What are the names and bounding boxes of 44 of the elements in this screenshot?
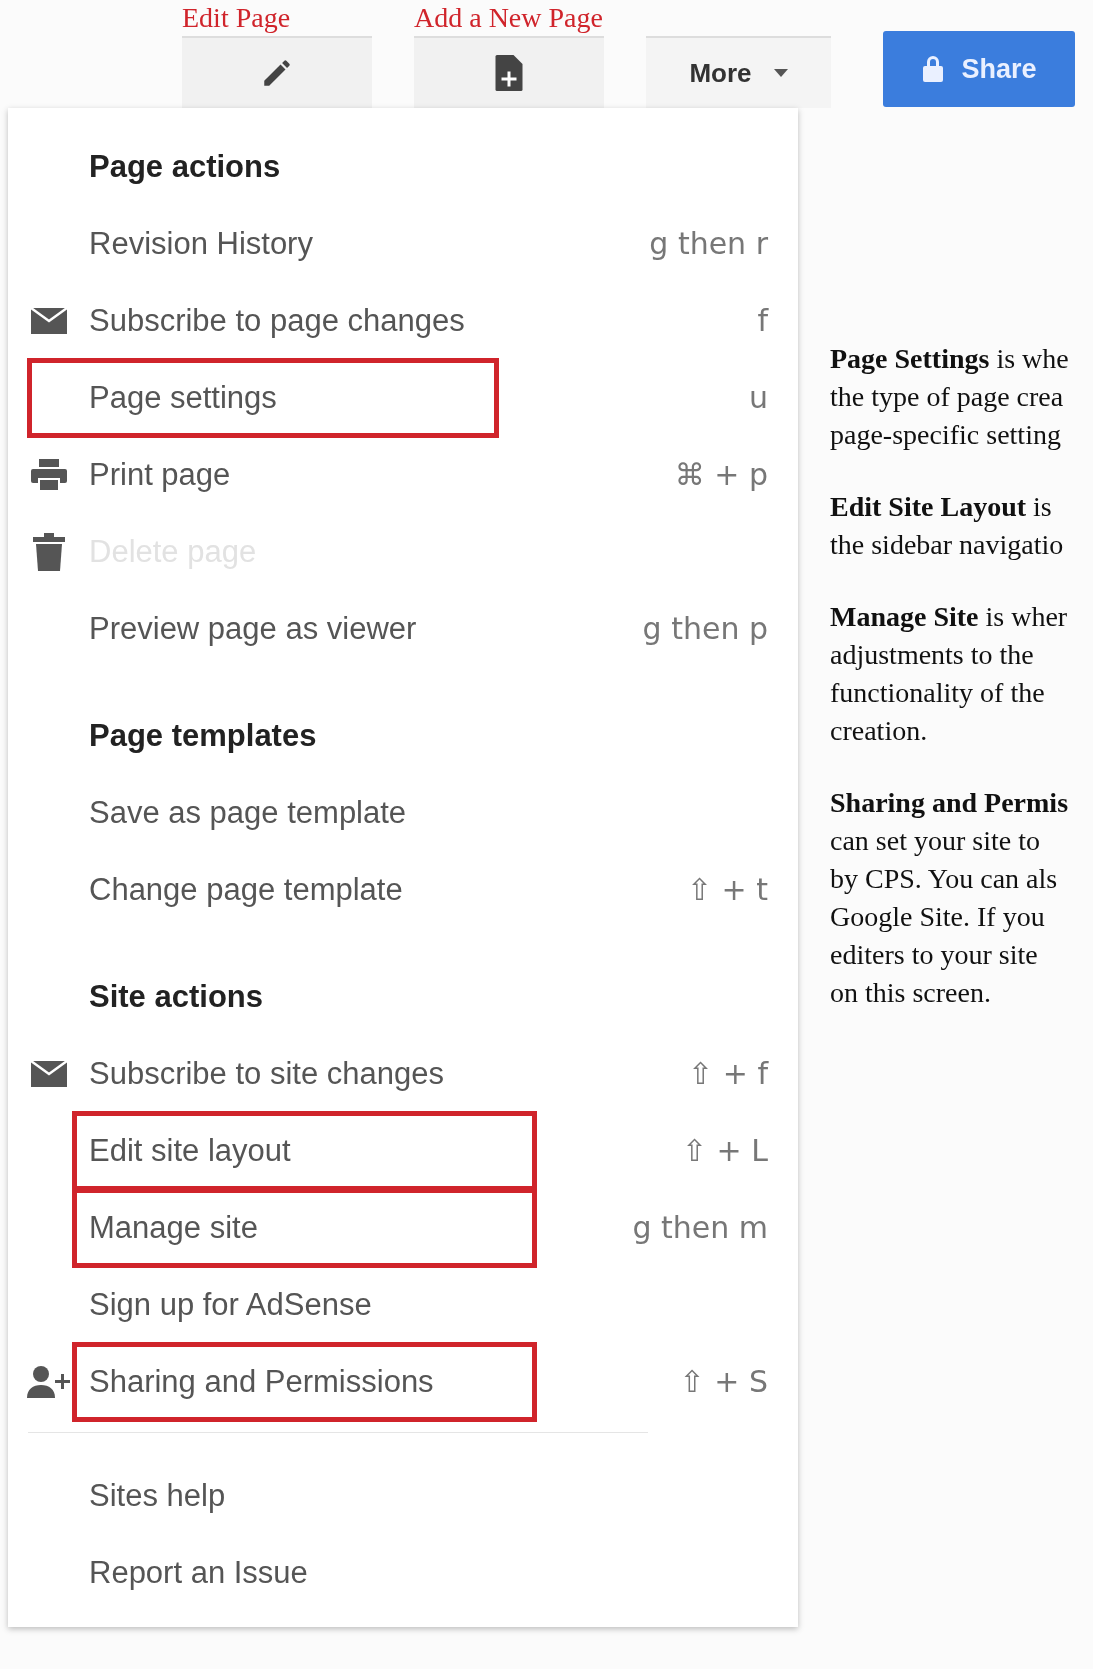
menu-item[interactable]: Sites help <box>89 1477 226 1514</box>
envelope-icon <box>30 1060 67 1087</box>
description-paragraph: Edit Site Layout is the sidebar navigatio <box>830 490 1065 562</box>
menu-item[interactable]: Subscribe to site changes <box>89 1055 444 1092</box>
description-paragraph: Page Settings is whe the type of page crea page-specific setting <box>830 342 1070 452</box>
keyboard-shortcut: f <box>757 303 768 338</box>
printer-icon <box>30 458 67 491</box>
menu-item[interactable]: Revision History <box>89 225 313 262</box>
menu-item[interactable]: Sign up for AdSense <box>89 1286 372 1323</box>
keyboard-shortcut: g then p <box>642 611 768 646</box>
keyboard-shortcut: g then r <box>649 226 768 261</box>
new-page-button[interactable] <box>414 36 604 108</box>
menu-item[interactable]: Change page template <box>89 871 403 908</box>
menu-item[interactable]: Print page <box>89 456 231 493</box>
annotation-label: Edit Page <box>182 1 291 35</box>
keyboard-shortcut: ⇧ + f <box>688 1056 768 1091</box>
menu-item[interactable]: Edit site layout <box>89 1132 291 1169</box>
menu-item[interactable]: Report an Issue <box>89 1554 308 1591</box>
keyboard-shortcut: u <box>749 380 768 415</box>
menu-section-heading: Page templates <box>88 717 318 755</box>
add-person-icon <box>26 1365 71 1398</box>
new-page-icon <box>494 55 524 91</box>
menu-section-heading: Site actions <box>88 978 264 1016</box>
menu-item[interactable]: Preview page as viewer <box>89 610 417 647</box>
menu-item[interactable]: Page settings <box>89 379 277 416</box>
description-paragraph: Manage Site is wher adjustments to the functionality of the creation. <box>830 600 1069 748</box>
keyboard-shortcut: ⇧ + t <box>686 872 768 907</box>
menu-item[interactable]: Save as page template <box>89 794 407 831</box>
keyboard-shortcut: ⇧ + L <box>681 1133 768 1168</box>
lock-icon <box>921 55 946 83</box>
menu-item[interactable]: Subscribe to page changes <box>89 302 465 339</box>
keyboard-shortcut: ⇧ + S <box>679 1364 768 1399</box>
trash-icon <box>32 532 65 571</box>
share-button[interactable]: Share <box>883 31 1075 107</box>
menu-item[interactable]: Manage site <box>89 1209 258 1246</box>
menu-section-heading: Page actions <box>88 148 282 186</box>
caret-icon <box>773 69 788 77</box>
keyboard-shortcut: ⌘ + p <box>674 457 768 492</box>
annotation-label: Add a New Page <box>414 1 603 35</box>
more-button[interactable]: More <box>646 36 831 108</box>
keyboard-shortcut: g then m <box>632 1210 768 1245</box>
envelope-icon <box>30 307 67 334</box>
menu-item[interactable]: Sharing and Permissions <box>89 1363 434 1400</box>
description-paragraph: Sharing and Permis can set your site to by CPS. You can als Google Site. If you editers to your site on this screen. <box>830 786 1070 1010</box>
